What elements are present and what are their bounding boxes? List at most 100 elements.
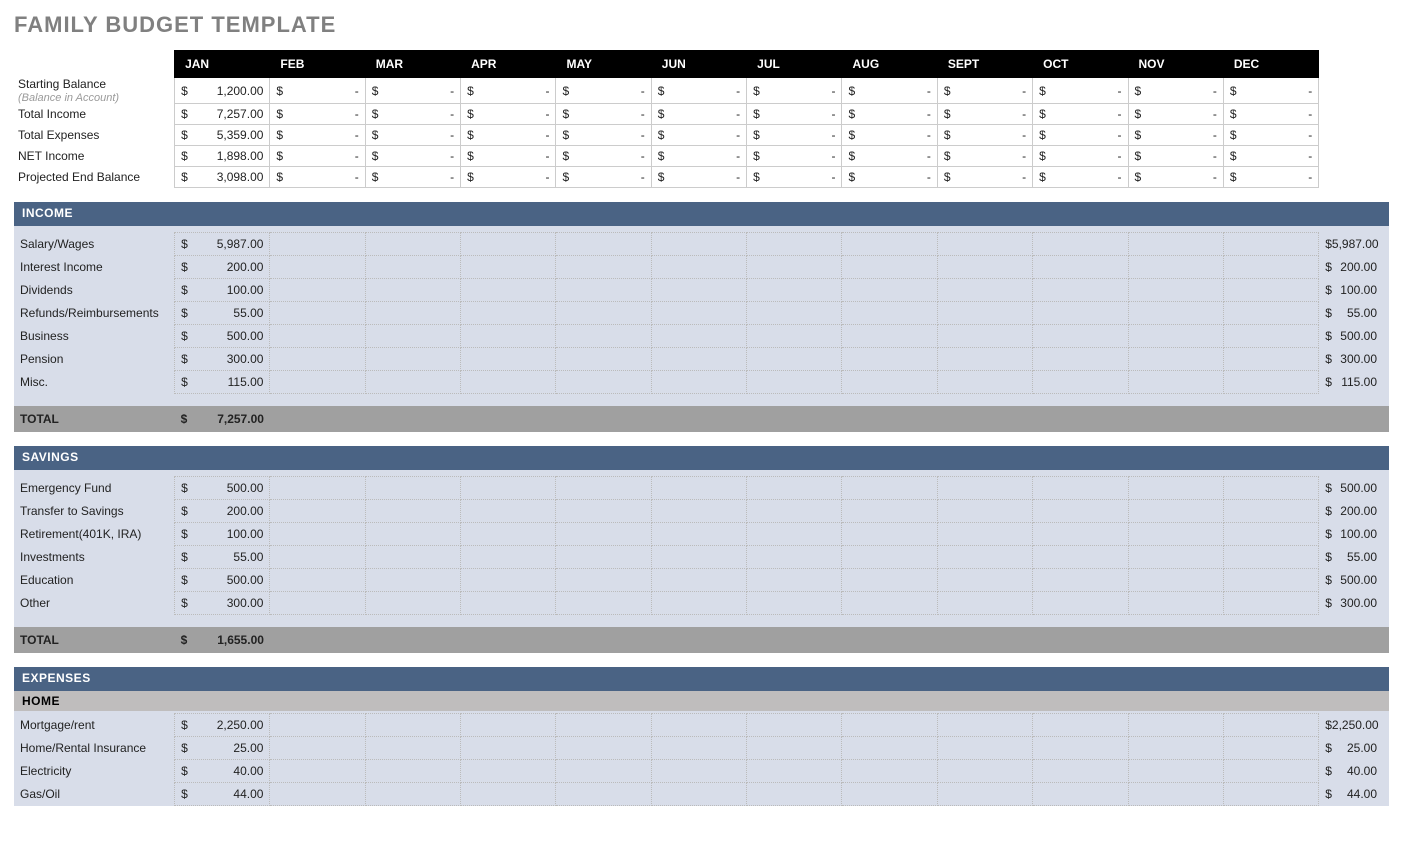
cell[interactable]: [365, 523, 460, 546]
cell[interactable]: [365, 371, 460, 394]
cell[interactable]: [365, 737, 460, 760]
cell[interactable]: $-: [1033, 78, 1128, 104]
cell[interactable]: $100.00: [175, 523, 270, 546]
cell[interactable]: [747, 714, 842, 737]
cell[interactable]: $-: [651, 78, 746, 104]
cell[interactable]: [1128, 256, 1223, 279]
cell[interactable]: $-: [1223, 125, 1318, 146]
cell[interactable]: [1033, 233, 1128, 256]
cell[interactable]: $-: [365, 104, 460, 125]
cell[interactable]: $-: [842, 78, 937, 104]
cell[interactable]: [1033, 371, 1128, 394]
cell[interactable]: $500.00: [175, 325, 270, 348]
cell[interactable]: [651, 348, 746, 371]
cell[interactable]: $55.00: [175, 302, 270, 325]
cell[interactable]: [937, 348, 1032, 371]
cell[interactable]: [461, 325, 556, 348]
cell[interactable]: $-: [365, 78, 460, 104]
cell[interactable]: $-: [270, 78, 365, 104]
cell[interactable]: $1,200.00: [175, 78, 270, 104]
cell[interactable]: $3,098.00: [175, 167, 270, 188]
cell[interactable]: [461, 500, 556, 523]
cell[interactable]: [365, 546, 460, 569]
cell[interactable]: [461, 546, 556, 569]
cell[interactable]: [937, 569, 1032, 592]
cell[interactable]: [270, 783, 365, 806]
cell[interactable]: [842, 737, 937, 760]
cell[interactable]: [1128, 477, 1223, 500]
cell[interactable]: [1128, 523, 1223, 546]
cell[interactable]: [365, 714, 460, 737]
cell[interactable]: [556, 523, 651, 546]
cell[interactable]: [651, 760, 746, 783]
cell[interactable]: [842, 569, 937, 592]
cell[interactable]: $-: [270, 104, 365, 125]
cell[interactable]: $-: [556, 125, 651, 146]
cell[interactable]: [842, 592, 937, 615]
cell[interactable]: $-: [747, 146, 842, 167]
cell[interactable]: [270, 233, 365, 256]
cell[interactable]: [842, 256, 937, 279]
cell[interactable]: $-: [1128, 125, 1223, 146]
cell[interactable]: $-: [365, 167, 460, 188]
cell[interactable]: [1033, 302, 1128, 325]
cell[interactable]: $500.00: [175, 569, 270, 592]
cell[interactable]: [1128, 714, 1223, 737]
cell[interactable]: [365, 569, 460, 592]
cell[interactable]: $100.00: [175, 279, 270, 302]
cell[interactable]: [842, 760, 937, 783]
cell[interactable]: [747, 546, 842, 569]
cell[interactable]: $-: [1128, 167, 1223, 188]
cell[interactable]: $1,898.00: [175, 146, 270, 167]
cell[interactable]: [1223, 760, 1318, 783]
cell[interactable]: [1128, 737, 1223, 760]
cell[interactable]: [270, 477, 365, 500]
cell[interactable]: [556, 546, 651, 569]
cell[interactable]: $55.00: [175, 546, 270, 569]
cell[interactable]: [651, 592, 746, 615]
cell[interactable]: [842, 233, 937, 256]
cell[interactable]: [651, 714, 746, 737]
cell[interactable]: [365, 592, 460, 615]
cell[interactable]: [651, 325, 746, 348]
cell[interactable]: [747, 477, 842, 500]
cell[interactable]: [1223, 348, 1318, 371]
cell[interactable]: $-: [1223, 167, 1318, 188]
cell[interactable]: [937, 325, 1032, 348]
cell[interactable]: [270, 523, 365, 546]
cell[interactable]: [842, 325, 937, 348]
cell[interactable]: [1033, 523, 1128, 546]
cell[interactable]: $-: [937, 78, 1032, 104]
cell[interactable]: [651, 279, 746, 302]
cell[interactable]: $300.00: [175, 592, 270, 615]
cell[interactable]: [1223, 279, 1318, 302]
cell[interactable]: [556, 256, 651, 279]
cell[interactable]: [556, 783, 651, 806]
cell[interactable]: $-: [651, 125, 746, 146]
cell[interactable]: [747, 500, 842, 523]
cell[interactable]: [1128, 592, 1223, 615]
cell[interactable]: [1033, 477, 1128, 500]
cell[interactable]: [937, 279, 1032, 302]
cell[interactable]: [270, 256, 365, 279]
cell[interactable]: $5,987.00: [175, 233, 270, 256]
cell[interactable]: [365, 279, 460, 302]
cell[interactable]: [270, 592, 365, 615]
cell[interactable]: [842, 714, 937, 737]
cell[interactable]: [1033, 737, 1128, 760]
cell[interactable]: [270, 302, 365, 325]
cell[interactable]: $-: [1033, 146, 1128, 167]
cell[interactable]: [556, 714, 651, 737]
cell[interactable]: $2,250.00: [175, 714, 270, 737]
cell[interactable]: [747, 371, 842, 394]
cell[interactable]: [651, 256, 746, 279]
cell[interactable]: [270, 737, 365, 760]
cell[interactable]: [556, 760, 651, 783]
cell[interactable]: [1033, 500, 1128, 523]
cell[interactable]: [842, 302, 937, 325]
cell[interactable]: [1033, 546, 1128, 569]
cell[interactable]: [747, 523, 842, 546]
cell[interactable]: [270, 546, 365, 569]
cell[interactable]: [747, 256, 842, 279]
cell[interactable]: $-: [270, 167, 365, 188]
